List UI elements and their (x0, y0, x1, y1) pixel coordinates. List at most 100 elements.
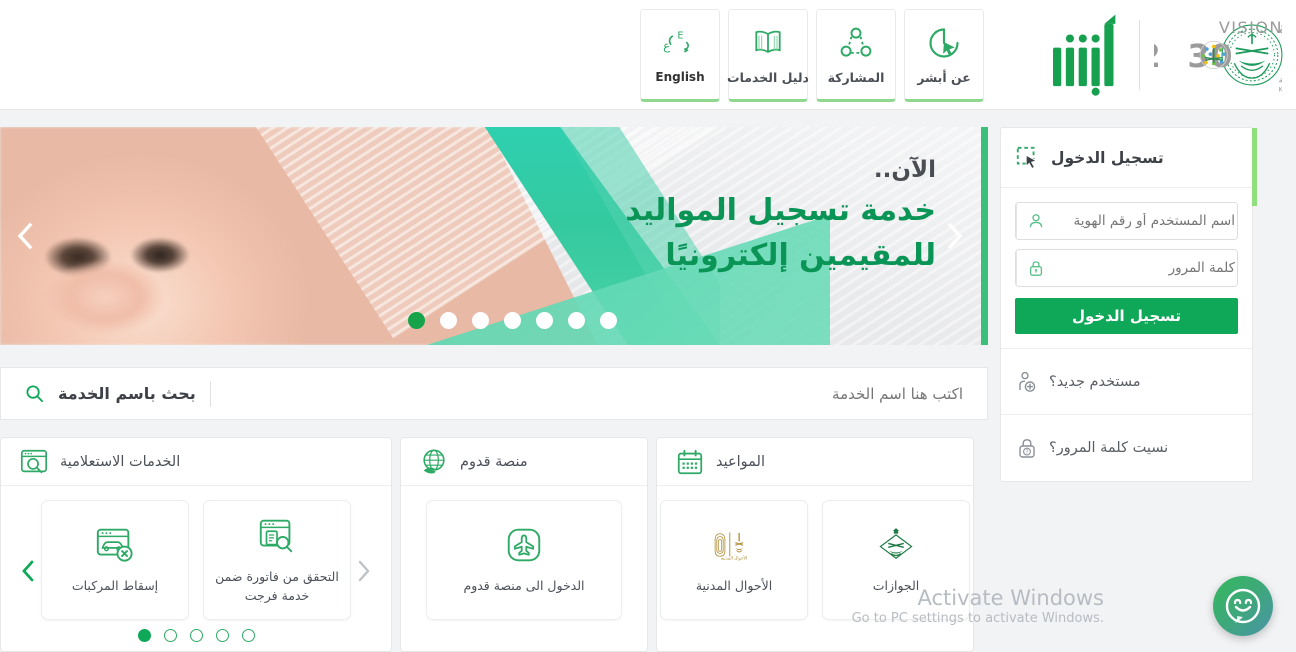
tile-civil-affairs[interactable]: الأحوال المدنية الأحوال المدنية (660, 500, 808, 620)
tile-enter-qudum-platform[interactable]: الدخول الى منصة قدوم (426, 500, 622, 620)
card-inquiry-next-button[interactable] (351, 556, 377, 586)
card-qudum-platform-tiles: الدخول الى منصة قدوم (401, 500, 647, 620)
chat-support-button[interactable] (1213, 576, 1273, 636)
card-inquiry-prev-button[interactable] (15, 556, 41, 586)
card-inquiry-services-title: الخدمات الاستعلامية (60, 453, 181, 470)
vision-2030-logo: VISION رؤيـــة 2 30 المملكة العربية السع… (1154, 18, 1282, 94)
watermark-title: Activate Windows (917, 585, 1104, 610)
username-input[interactable] (1054, 203, 1237, 239)
hero-carousel[interactable]: الآن.. خدمة تسجيل المواليد للمقيمين إلكت… (0, 127, 988, 345)
share-nodes-icon (840, 27, 872, 57)
card-inquiry-services-body: إسقاط المركبات التحقق من فاتورة ضمن خدمة… (1, 486, 391, 651)
language-swap-icon: E ع (663, 31, 689, 53)
tile-enter-qudum-platform-label: الدخول الى منصة قدوم (463, 578, 585, 594)
tile-vehicle-deregistration-label: إسقاط المركبات (71, 578, 159, 594)
password-field-wrap[interactable] (1015, 249, 1238, 287)
vision-year-30: 30 (1187, 37, 1232, 75)
service-search-bar[interactable]: بحث باسم الخدمة (0, 367, 988, 420)
new-user-label: مستخدم جديد؟ (1049, 373, 1141, 390)
login-form: تسجيل الدخول (1001, 188, 1252, 349)
open-book-icon (755, 30, 781, 53)
hero-dot-2[interactable] (568, 312, 585, 329)
hero-next-button[interactable] (936, 213, 974, 259)
login-panel-header: تسجيل الدخول (1001, 128, 1252, 188)
hero-dot-4[interactable] (504, 312, 521, 329)
branding-divider (1139, 20, 1140, 90)
nav-card-english[interactable]: E ع English (640, 9, 720, 102)
nav-card-share[interactable]: المشاركة (816, 9, 896, 102)
chevron-left-icon (22, 560, 34, 582)
login-panel: تسجيل الدخول اسم المستخدم أو رقم الهوية … (1000, 127, 1257, 482)
vision-arabic-word: رؤيـــة (1279, 20, 1282, 38)
select-cursor-icon (1016, 146, 1038, 169)
chat-smiley-icon (1225, 588, 1261, 624)
card-inquiry-dot-5[interactable] (137, 629, 151, 642)
hero-right-accent-bar (981, 127, 988, 345)
forgot-password-label: نسيت كلمة المرور؟ (1049, 440, 1169, 456)
nav-card-services-guide[interactable]: دليل الخدمات (727, 9, 809, 102)
tile-civil-affairs-label: الأحوال المدنية (695, 578, 773, 594)
card-appointments-header: المواعيد (657, 438, 973, 486)
card-inquiry-dot-4[interactable] (163, 629, 177, 642)
cursor-circle-icon (929, 27, 959, 58)
card-inquiry-services-header: الخدمات الاستعلامية (1, 438, 391, 486)
vision-word: VISION (1219, 18, 1282, 37)
nav-card-about-label: عن أبشر (917, 69, 971, 85)
absher-portal-page: عن أبشر المشاركة دليل الخدمات E ع Englis… (0, 0, 1296, 652)
username-field-wrap[interactable] (1015, 202, 1238, 240)
nav-card-services-guide-label: دليل الخدمات (727, 69, 809, 85)
card-inquiry-dots[interactable] (1, 629, 391, 642)
tile-verify-farajat-invoice[interactable]: التحقق من فاتورة ضمن خدمة فرجت (203, 500, 351, 620)
hero-dot-1[interactable] (600, 312, 617, 329)
card-qudum-platform-header: منصة قدوم (401, 438, 647, 486)
search-input[interactable] (224, 384, 963, 403)
hero-title-line2: للمقيمين إلكترونيًا (665, 238, 936, 274)
new-user-link[interactable]: مستخدم جديد؟ (1001, 349, 1252, 415)
login-panel-accent-bar (1252, 128, 1257, 206)
hero-carousel-dots[interactable] (408, 312, 617, 329)
user-add-icon (1019, 371, 1036, 392)
login-submit-button[interactable]: تسجيل الدخول (1015, 298, 1238, 334)
hero-dot-7[interactable] (408, 312, 425, 329)
hero-dot-6[interactable] (440, 312, 457, 329)
chevron-right-icon (358, 560, 370, 582)
tile-vehicle-deregistration[interactable]: إسقاط المركبات (41, 500, 189, 620)
service-cards-row: الخدمات الاستعلامية إسقاط المركبات التحق… (0, 437, 988, 652)
vision-year-2: 2 (1154, 37, 1161, 75)
calendar-icon (677, 449, 703, 474)
card-inquiry-services: الخدمات الاستعلامية إسقاط المركبات التحق… (0, 437, 392, 652)
card-inquiry-dot-2[interactable] (215, 629, 229, 642)
card-qudum-platform-title: منصة قدوم (460, 453, 528, 470)
civil-affairs-icon: الأحوال المدنية (714, 532, 747, 562)
vision-kingdom-arabic: المملكة العربية السعودية (1279, 74, 1282, 84)
search-label: بحث باسم الخدمة (58, 384, 196, 403)
chevron-right-icon (947, 222, 963, 250)
nav-card-about[interactable]: عن أبشر (904, 9, 984, 102)
nav-card-share-label: المشاركة (827, 69, 885, 85)
password-input[interactable] (1054, 250, 1237, 286)
browser-search-icon (20, 449, 48, 473)
hero-text-block: الآن.. خدمة تسجيل المواليد للمقيمين إلكت… (625, 157, 936, 276)
svg-text:E: E (677, 31, 683, 42)
hero-prev-button[interactable] (6, 213, 44, 259)
user-icon (1016, 203, 1054, 239)
hero-kicker: الآن.. (873, 157, 936, 183)
header-nav-cards: عن أبشر المشاركة دليل الخدمات E ع Englis… (640, 9, 984, 102)
card-inquiry-dot-1[interactable] (241, 629, 255, 642)
vision-kingdom-english: KINGDOM OF SAUDI ARABIA (1279, 86, 1282, 94)
card-qudum-platform: منصة قدوم الدخول الى منصة قدوم (400, 437, 648, 652)
header-branding: VISION رؤيـــة 2 30 المملكة العربية السع… (1047, 8, 1282, 102)
globe-plane-icon (423, 448, 445, 473)
forgot-password-link[interactable]: ? نسيت كلمة المرور؟ (1001, 415, 1252, 481)
hero-dot-5[interactable] (472, 312, 489, 329)
absher-logo-icon (1053, 14, 1116, 96)
vehicle-remove-icon (96, 529, 133, 563)
login-panel-title: تسجيل الدخول (1051, 148, 1164, 167)
card-inquiry-dot-3[interactable] (189, 629, 203, 642)
hero-dot-3[interactable] (536, 312, 553, 329)
site-header: عن أبشر المشاركة دليل الخدمات E ع Englis… (0, 0, 1296, 110)
card-inquiry-services-tiles: إسقاط المركبات التحقق من فاتورة ضمن خدمة… (1, 500, 391, 620)
lock-icon (1016, 250, 1054, 286)
passports-icon (879, 528, 913, 560)
nav-card-english-label: English (655, 70, 705, 84)
